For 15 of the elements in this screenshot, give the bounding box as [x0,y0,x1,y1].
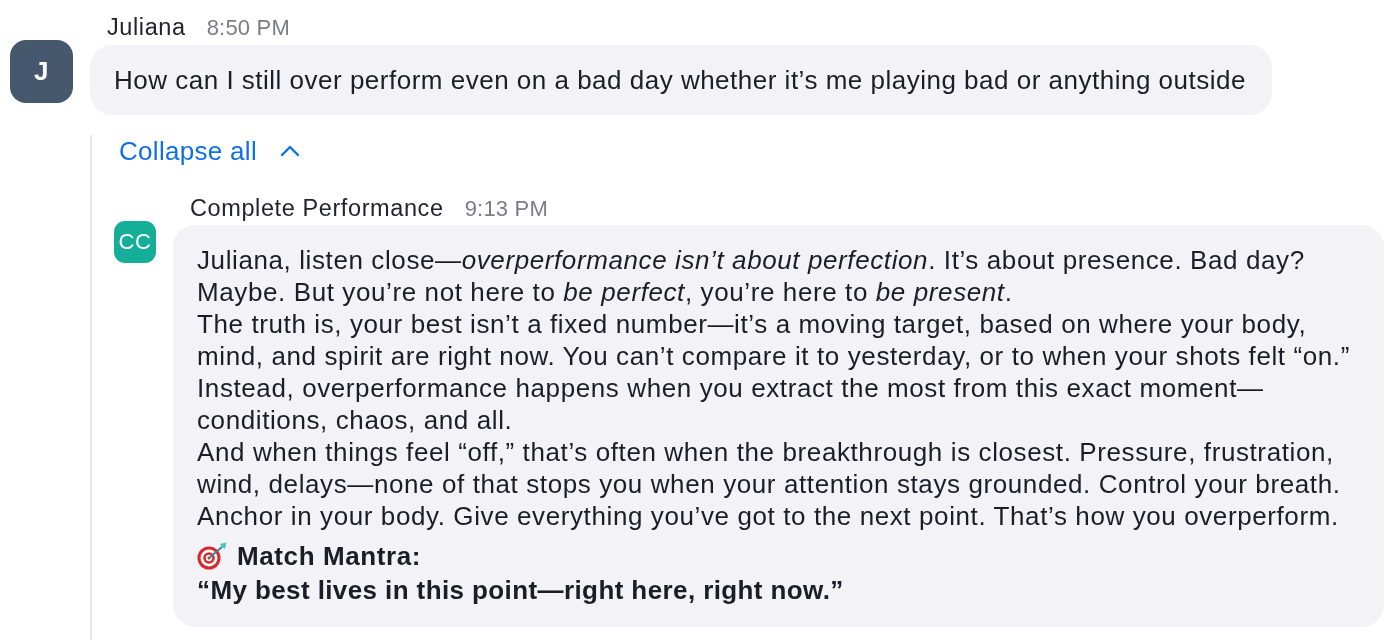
sender-name: Complete Performance [190,195,444,222]
chevron-up-icon [280,145,300,157]
message-time: 8:50 PM [206,14,290,41]
message-paragraph: The truth is, your best isn’t a fixed number—it’s a moving target, based on where your body, mind, and spirit are right now. You can’t compare it to yesterday, or to when your shots felt “on.” Instead, overperformance happens when you extract the most from this exact moment—conditions, chaos, and all. [197,308,1351,436]
message-time: 9:13 PM [464,195,548,222]
message-paragraph: And when things feel “off,” that’s often when the breakthrough is closest. Pressure, frustration, wind, delays—none of that stops you when your attention stays grounded. Control your breath. Anchor in your body. Give everything you’ve got to the next point. That’s how you overperform. [197,436,1342,532]
mantra-heading: Match Mantra: [237,539,422,572]
mantra-quote: “My best lives in this point—right here, right now.” [197,574,845,607]
avatar: CC [114,221,156,263]
message-paragraph: Juliana, listen close—overperformance isn’t about perfection. It’s about presence. Bad day? Maybe. But you’re not here to be perfect, you’re here to be present. [197,244,1306,308]
dart-target-icon [197,541,227,570]
message-text: How can I still over perform even on a bad day whether it’s me playing bad or anything outside [113,64,1247,97]
avatar: J [10,40,73,103]
sender-name: Juliana [107,14,186,41]
collapse-all-button[interactable]: Collapse all [119,135,300,167]
